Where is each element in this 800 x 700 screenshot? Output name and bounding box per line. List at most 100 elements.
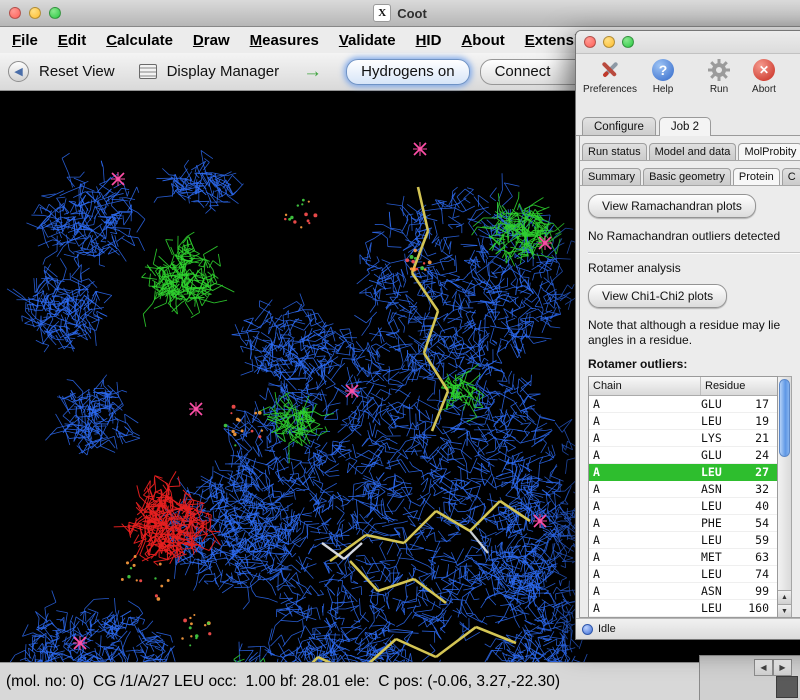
- category-tabs: SummaryBasic geometryProteinC: [580, 161, 800, 186]
- table-scrollbar[interactable]: ▲ ▼: [778, 376, 792, 617]
- corner-panel: ◀ ▶: [699, 655, 800, 700]
- cell-residue-number: 54: [739, 515, 769, 531]
- abort-button[interactable]: ✕ Abort: [744, 57, 784, 95]
- scroll-down-button[interactable]: ▼: [778, 604, 791, 617]
- table-row[interactable]: A LEU 74: [589, 566, 777, 583]
- protein-validation-content: View Ramachandran plots No Ramachandran …: [580, 186, 800, 617]
- window-title: Coot: [397, 6, 427, 21]
- table-row[interactable]: A PHE 54: [589, 515, 777, 532]
- category-tab[interactable]: Protein: [733, 168, 780, 185]
- table-row[interactable]: A ASN 99: [589, 583, 777, 600]
- result-tab[interactable]: Model and data: [649, 143, 737, 160]
- cell-residue-name: LEU: [701, 600, 739, 616]
- menu-item[interactable]: Measures: [250, 32, 319, 49]
- cell-residue-name: LEU: [701, 413, 739, 429]
- scrollbar-thumb[interactable]: [779, 379, 790, 457]
- hydrogens-toggle-button[interactable]: Hydrogens on: [346, 59, 469, 85]
- table-row[interactable]: A GLU 17: [589, 396, 777, 413]
- cell-chain: A: [589, 481, 701, 497]
- menu-item[interactable]: HID: [416, 32, 442, 49]
- dialog-window-controls: [584, 36, 634, 48]
- dialog-titlebar[interactable]: [576, 31, 800, 54]
- result-tab[interactable]: Run status: [582, 143, 647, 160]
- run-label: Run: [710, 84, 728, 95]
- dialog-zoom-button[interactable]: [622, 36, 634, 48]
- scroll-right-button[interactable]: ▶: [773, 659, 792, 676]
- menu-item[interactable]: About: [461, 32, 504, 49]
- scroll-up-button[interactable]: ▲: [778, 590, 791, 604]
- category-tab[interactable]: Summary: [582, 168, 641, 185]
- back-arrow-icon: ◀: [14, 65, 22, 78]
- category-tab[interactable]: C: [782, 168, 800, 185]
- preferences-tools-icon: [597, 57, 623, 83]
- category-tab[interactable]: Basic geometry: [643, 168, 731, 185]
- ramachandran-status-text: No Ramachandran outliers detected: [588, 229, 800, 243]
- menu-item[interactable]: Calculate: [106, 32, 173, 49]
- preferences-button[interactable]: Preferences: [582, 57, 638, 95]
- preferences-label: Preferences: [583, 84, 637, 95]
- cell-residue-number: 160: [739, 600, 769, 616]
- menu-item[interactable]: Draw: [193, 32, 230, 49]
- molprobity-dialog: Preferences ? Help: [575, 30, 800, 640]
- cell-residue-number: 99: [739, 583, 769, 599]
- cell-residue-number: 59: [739, 532, 769, 548]
- cell-chain: A: [589, 464, 701, 480]
- table-row[interactable]: A LEU 40: [589, 498, 777, 515]
- cell-residue-name: GLU: [701, 396, 739, 412]
- resize-grip[interactable]: [776, 676, 798, 698]
- display-manager-button[interactable]: Display Manager: [167, 63, 280, 80]
- cell-residue-number: 21: [739, 430, 769, 446]
- cell-chain: A: [589, 498, 701, 514]
- reset-view-button[interactable]: Reset View: [39, 63, 115, 80]
- cell-chain: A: [589, 583, 701, 599]
- help-icon: ?: [650, 57, 676, 83]
- cell-residue-name: LYS: [701, 430, 739, 446]
- column-header-residue[interactable]: Residue: [701, 377, 777, 395]
- window-title-area: X Coot: [0, 0, 800, 26]
- dialog-toolbar: Preferences ? Help: [576, 54, 800, 109]
- status-dot-icon: [582, 624, 593, 635]
- tab-job-2[interactable]: Job 2: [659, 117, 711, 136]
- cell-chain: A: [589, 532, 701, 548]
- tab-configure[interactable]: Configure: [582, 117, 656, 135]
- menu-item[interactable]: File: [12, 32, 38, 49]
- horizontal-scroll-arrows: ◀ ▶: [754, 659, 792, 676]
- cell-residue-name: ASN: [701, 583, 739, 599]
- table-row[interactable]: A LEU 59: [589, 532, 777, 549]
- dialog-minimize-button[interactable]: [603, 36, 615, 48]
- menu-item[interactable]: Edit: [58, 32, 86, 49]
- run-button[interactable]: Run: [702, 57, 736, 95]
- view-ramachandran-plots-button[interactable]: View Ramachandran plots: [588, 194, 756, 218]
- rotamer-note-line2: angles in a residue.: [588, 333, 800, 348]
- table-row[interactable]: A LEU 160: [589, 600, 777, 617]
- job-tabs: Configure Job 2: [576, 109, 800, 136]
- cell-chain: A: [589, 566, 701, 582]
- table-row[interactable]: A LEU 27: [589, 464, 777, 481]
- rotamer-note-line1: Note that although a residue may lie: [588, 318, 800, 333]
- table-row[interactable]: A MET 63: [589, 549, 777, 566]
- dialog-close-button[interactable]: [584, 36, 596, 48]
- column-header-chain[interactable]: Chain: [589, 377, 701, 395]
- table-row[interactable]: A LEU 19: [589, 413, 777, 430]
- table-row[interactable]: A ASN 32: [589, 481, 777, 498]
- cell-residue-name: LEU: [701, 498, 739, 514]
- rotamer-outliers-label: Rotamer outliers:: [588, 357, 800, 371]
- table-row[interactable]: A LYS 21: [589, 430, 777, 447]
- table-row[interactable]: A GLU 24: [589, 447, 777, 464]
- dialog-status-text: Idle: [598, 623, 616, 635]
- rotamer-analysis-title: Rotamer analysis: [588, 261, 800, 275]
- cell-chain: A: [589, 549, 701, 565]
- view-chi1-chi2-plots-button[interactable]: View Chi1-Chi2 plots: [588, 284, 727, 308]
- cell-residue-number: 17: [739, 396, 769, 412]
- abort-icon: ✕: [751, 57, 777, 83]
- cell-chain: A: [589, 430, 701, 446]
- result-tab[interactable]: MolProbity: [738, 143, 800, 160]
- cell-residue-name: GLU: [701, 447, 739, 463]
- cell-residue-number: 40: [739, 498, 769, 514]
- cell-chain: A: [589, 413, 701, 429]
- menu-item[interactable]: Validate: [339, 32, 396, 49]
- scroll-left-button[interactable]: ◀: [754, 659, 773, 676]
- cell-residue-number: 19: [739, 413, 769, 429]
- help-button[interactable]: ? Help: [646, 57, 680, 95]
- back-view-button[interactable]: ◀: [8, 61, 29, 82]
